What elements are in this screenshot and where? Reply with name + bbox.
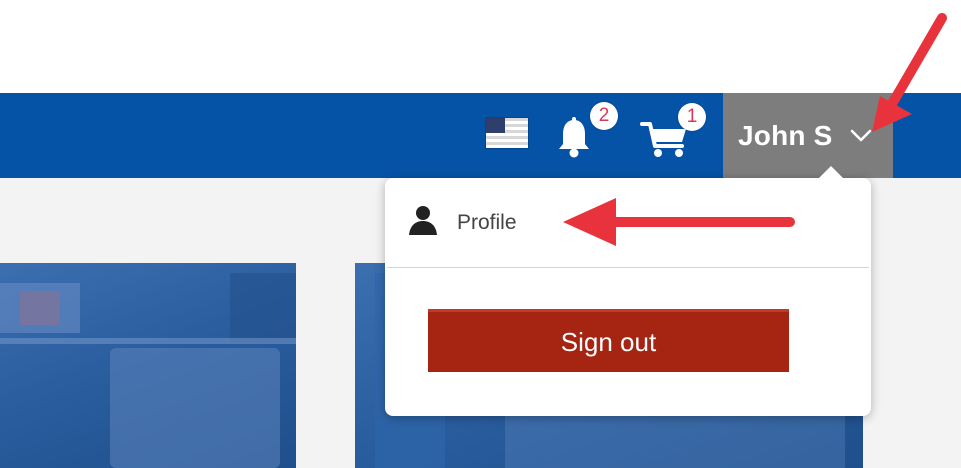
content-tile-image[interactable]	[0, 263, 296, 468]
user-menu-toggle[interactable]: John S	[723, 93, 893, 178]
person-icon	[409, 206, 437, 235]
user-dropdown-menu: Profile Sign out	[385, 166, 871, 416]
sign-out-button[interactable]: Sign out	[428, 309, 789, 372]
cart-count-badge: 1	[678, 103, 706, 131]
bell-icon[interactable]	[556, 117, 592, 161]
us-flag-icon[interactable]	[486, 118, 528, 148]
chevron-down-icon	[850, 129, 872, 142]
user-name: John S	[738, 120, 833, 151]
dropdown-divider	[387, 267, 869, 268]
profile-menu-item[interactable]: Profile	[385, 178, 871, 266]
notification-count-badge: 2	[590, 102, 618, 130]
profile-label: Profile	[457, 211, 517, 234]
